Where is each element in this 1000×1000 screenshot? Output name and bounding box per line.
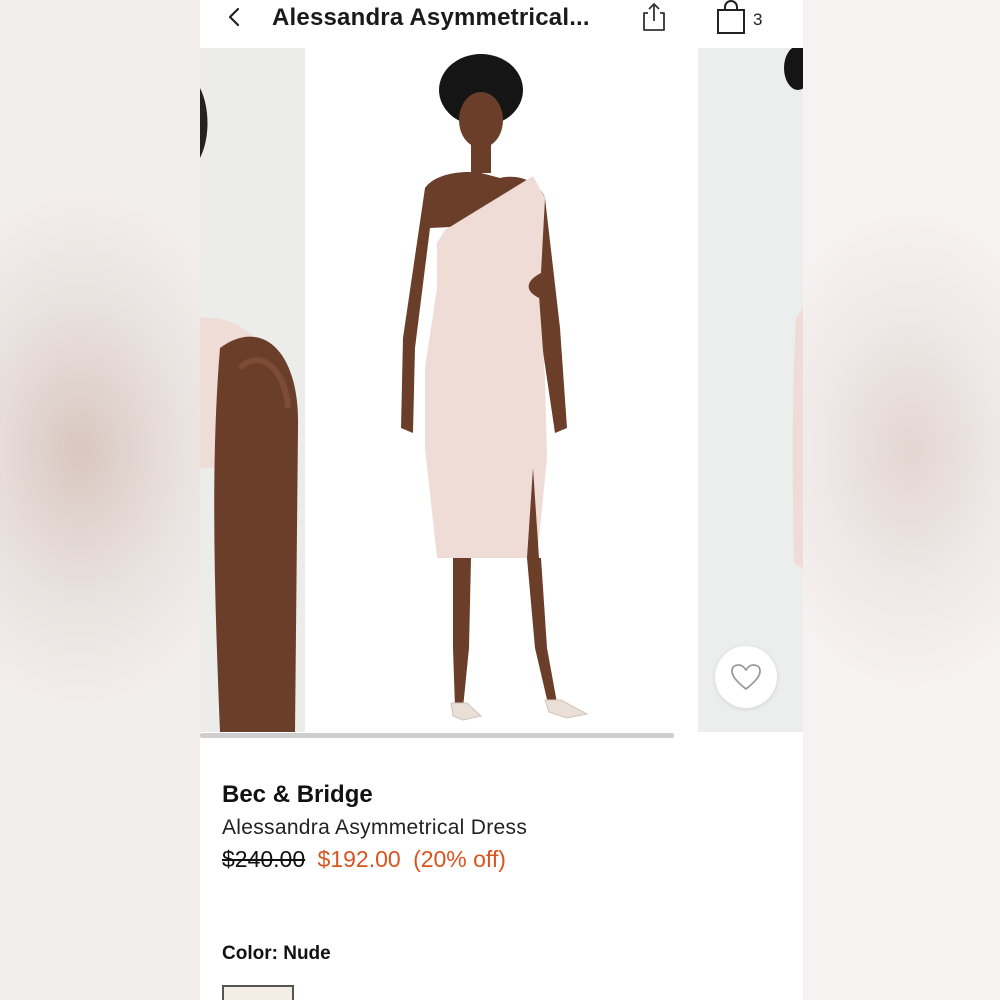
blurred-background-right [800,0,1000,1000]
product-image-carousel[interactable] [200,48,803,732]
page-title: Alessandra Asymmetrical... [272,4,590,31]
color-label: Color: [222,943,278,964]
original-price: $240.00 [222,846,306,872]
price-row: $240.00 $192.00 (20% off) [222,846,506,873]
product-photo-front[interactable] [305,48,698,732]
product-photo-detail-shoulder[interactable] [200,48,305,732]
shopping-bag-button[interactable] [715,0,747,36]
discount-label: (20% off) [413,846,506,872]
sale-price: $192.00 [317,846,401,872]
back-button[interactable] [222,5,246,29]
top-nav-bar: Alessandra Asymmetrical... 3 [200,0,803,49]
chevron-left-icon [228,7,240,27]
heart-icon [731,664,761,690]
product-photo-side[interactable] [698,48,803,732]
app-screen: Alessandra Asymmetrical... 3 Bec & Bridg… [200,0,803,1000]
color-value: Nude [283,943,331,964]
carousel-scrollbar[interactable] [200,733,674,738]
share-button[interactable] [640,1,668,33]
blurred-background-left [0,0,200,1000]
cart-count-badge: 3 [753,10,763,29]
brand-name[interactable]: Bec & Bridge [222,781,373,809]
shopping-bag-icon [717,0,745,34]
favorite-button[interactable] [715,646,777,708]
product-name: Alessandra Asymmetrical Dress [222,816,528,839]
color-swatch-nude[interactable] [222,985,294,1000]
share-icon [643,3,665,31]
color-selection-label: Color: Nude [222,943,331,965]
